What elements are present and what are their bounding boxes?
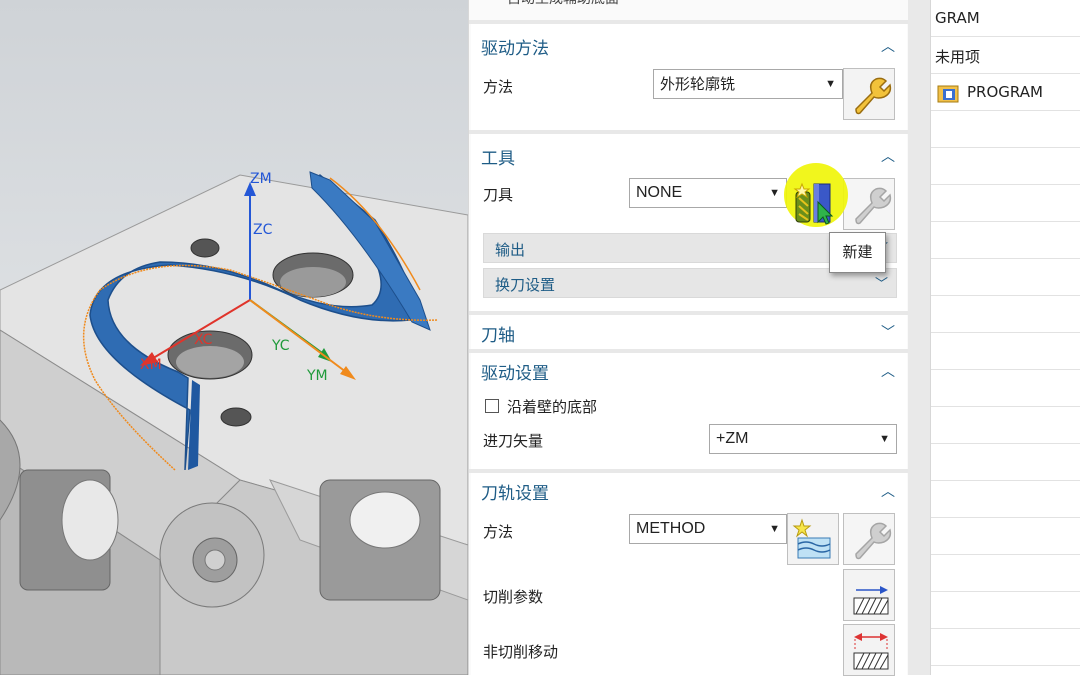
section-drive-settings: 驱动设置 ︿ 沿着壁的底部 进刀矢量 +ZM ▼ [471, 353, 907, 469]
dropdown-arrow-icon: ▼ [825, 78, 836, 90]
toolchange-label: 换刀设置 [495, 276, 556, 294]
section-title: 驱动方法 [481, 39, 549, 59]
nav-row-unused[interactable]: 未用项 [931, 37, 1080, 74]
new-method-icon [792, 518, 831, 559]
nav-row-label: 未用项 [935, 48, 981, 66]
axis-label-xm: XM [140, 357, 162, 373]
method-label: 方法 [483, 78, 514, 96]
section-title: 刀轴 [481, 326, 515, 346]
collapse-chevron-icon[interactable]: ︿ [879, 146, 897, 165]
nav-row-empty [931, 222, 1080, 259]
tool-label: 刀具 [483, 186, 514, 204]
axis-label-ym: YM [307, 368, 328, 384]
feed-vector-value: +ZM [716, 430, 749, 447]
expand-chevron-icon[interactable]: ﹀ [879, 322, 897, 341]
tool-select[interactable]: NONE ▼ [629, 178, 787, 208]
nav-row-label: GRAM [935, 9, 980, 27]
operation-navigator: GRAM 未用项 PROGRAM [931, 0, 1080, 675]
section-title: 工具 [481, 149, 515, 169]
noncut-moves-button[interactable] [843, 624, 895, 676]
nav-row-empty [931, 444, 1080, 481]
collapse-chevron-icon[interactable]: ︿ [879, 481, 897, 500]
drive-method-select[interactable]: 外形轮廓铣 ▼ [653, 69, 843, 99]
axis-label-zm: ZM [250, 171, 272, 187]
edit-tool-button[interactable] [843, 178, 895, 230]
collapse-chevron-icon[interactable]: ︿ [879, 361, 897, 380]
expand-chevron-icon: ﹀ [874, 277, 888, 292]
new-tool-button[interactable] [790, 178, 842, 230]
nav-row-empty [931, 555, 1080, 592]
axis-label-xc: XC [194, 332, 213, 348]
dialog-scrollbar[interactable] [908, 0, 931, 675]
program-folder-icon [937, 85, 959, 103]
output-label: 输出 [495, 241, 526, 259]
nav-row-program-root[interactable]: GRAM [931, 0, 1080, 37]
path-method-select[interactable]: METHOD ▼ [629, 514, 787, 544]
nav-row-empty [931, 481, 1080, 518]
nav-row-empty [931, 370, 1080, 407]
along-wall-label: 沿着壁的底部 [507, 398, 598, 416]
dropdown-arrow-icon: ▼ [879, 433, 890, 445]
section-drive-method: 驱动方法 ︿ 方法 外形轮廓铣 ▼ [471, 24, 907, 130]
operation-dialog: 自动生成辅助底面 驱动方法 ︿ 方法 外形轮廓铣 ▼ 工具 ︿ 刀具 NONE … [468, 0, 910, 676]
cut-params-button[interactable] [843, 569, 895, 621]
noncut-moves-label: 非切削移动 [483, 643, 559, 661]
section-tool-axis[interactable]: 刀轴 ﹀ [471, 315, 907, 349]
new-method-button[interactable] [787, 513, 839, 565]
wrench-icon [855, 187, 892, 225]
auto-aux-floor-option: 自动生成辅助底面 [479, 0, 899, 8]
edit-method-button[interactable] [843, 513, 895, 565]
nav-row-label: PROGRAM [967, 83, 1043, 101]
wrench-icon [855, 522, 892, 560]
nav-row-empty [931, 296, 1080, 333]
nav-row-empty [931, 629, 1080, 666]
nav-row-empty [931, 407, 1080, 444]
nav-row-empty [931, 111, 1080, 148]
path-method-value: METHOD [636, 520, 706, 537]
path-method-label: 方法 [483, 523, 514, 541]
along-wall-checkbox[interactable] [485, 399, 499, 413]
nav-row-empty [931, 185, 1080, 222]
edit-drive-method-button[interactable] [843, 68, 895, 120]
new-tooltip: 新建 [829, 232, 886, 273]
nav-row-empty [931, 148, 1080, 185]
graphics-viewport[interactable]: ZM ZC XC XM YC YM [0, 0, 468, 675]
cut-params-label: 切削参数 [483, 588, 544, 606]
axis-label-zc: ZC [253, 222, 273, 238]
section-title: 刀轨设置 [481, 484, 549, 504]
new-tool-icon [793, 182, 834, 225]
tool-value: NONE [636, 184, 683, 201]
nav-row-empty [931, 333, 1080, 370]
nav-row-empty [931, 259, 1080, 296]
cut-params-icon [853, 586, 889, 615]
wrench-icon [855, 77, 892, 115]
feed-vector-label: 进刀矢量 [483, 432, 544, 450]
noncut-moves-icon [853, 633, 889, 670]
dropdown-arrow-icon: ▼ [769, 523, 780, 535]
part-model [0, 171, 468, 675]
nav-row-empty [931, 592, 1080, 629]
section-title: 驱动设置 [481, 364, 549, 384]
nav-row-empty [931, 518, 1080, 555]
feed-vector-select[interactable]: +ZM ▼ [709, 424, 897, 454]
auto-aux-floor-label: 自动生成辅助底面 [507, 0, 619, 8]
axis-label-yc: YC [272, 338, 290, 354]
section-path-settings: 刀轨设置 ︿ 方法 METHOD ▼ 切削参数 非切削移动 [471, 473, 907, 676]
dropdown-arrow-icon: ▼ [769, 187, 780, 199]
nav-row-program[interactable]: PROGRAM [931, 74, 1080, 111]
collapse-chevron-icon[interactable]: ︿ [879, 36, 897, 55]
drive-method-value: 外形轮廓铣 [660, 75, 736, 93]
